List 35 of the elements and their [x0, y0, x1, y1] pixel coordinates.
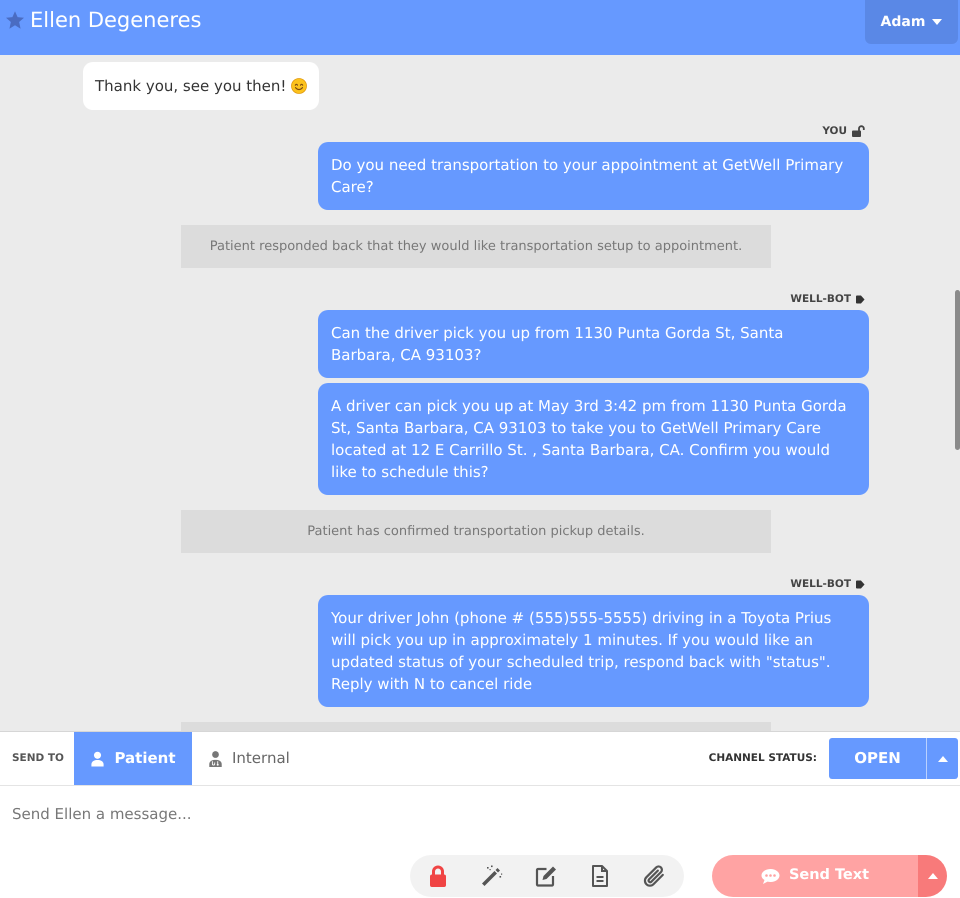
caret-up-icon	[938, 756, 948, 762]
message-bubble: Your driver John (phone # (555)555-5555) driving in a Toyota Prius will pick you up in approximately 1 minutes. If you would like an updated status of your scheduled trip, respond back with "status". Reply with N to cancel ride	[318, 595, 869, 707]
tag-icon	[856, 580, 865, 588]
send-menu-button[interactable]	[918, 855, 947, 897]
paperclip-icon[interactable]	[643, 865, 665, 887]
sender-name: WELL-BOT	[790, 292, 851, 306]
channel-status-label: CHANNEL STATUS:	[708, 750, 817, 766]
message-bubble: A driver can pick you up at May 3rd 3:42 pm from 1130 Punta Gorda St, Santa Barbara, CA 93103 to take you to GetWell Primary Care located at 12 E Carrillo St. , Santa Barbara, CA. Confirm you would like to schedule this?	[318, 383, 869, 495]
channel-status-button[interactable]: OPEN	[829, 738, 926, 779]
user-menu-button[interactable]: Adam	[865, 0, 958, 44]
system-note: Patient responded back that they would like transportation setup to appointment.	[181, 225, 771, 268]
sender-name: WELL-BOT	[790, 577, 851, 591]
caret-down-icon	[932, 19, 942, 25]
edit-icon[interactable]	[535, 865, 557, 887]
chat-bubble-icon	[760, 868, 780, 884]
tag-icon	[856, 294, 865, 304]
caret-up-icon	[928, 873, 938, 879]
message-bubble: Can the driver pick you up from 1130 Punta Gorda St, Santa Barbara, CA 93103?	[318, 310, 869, 378]
send-to-tab[interactable]: Patient	[74, 732, 192, 785]
star-icon[interactable]	[6, 11, 24, 29]
sender-name: YOU	[822, 124, 847, 138]
unlock-icon	[852, 125, 865, 137]
scrollbar-thumb[interactable]	[955, 290, 960, 450]
message-bubble: Do you need transportation to your appointment at GetWell Primary Care?	[318, 142, 869, 210]
person-icon	[90, 750, 106, 766]
system-note: Patient has confirmed transportation pickup details.	[181, 510, 771, 553]
message-text: Thank you, see you then!	[95, 76, 286, 97]
send-to-tab[interactable]: Internal	[192, 732, 306, 785]
person-icon	[208, 750, 223, 766]
magic-wand-icon[interactable]	[481, 865, 503, 887]
lock-icon[interactable]	[427, 865, 449, 887]
contact-name: Ellen Degeneres	[30, 7, 202, 33]
send-to-label: SEND TO	[11, 750, 65, 766]
document-icon[interactable]	[589, 865, 611, 887]
status-menu-button[interactable]	[926, 738, 958, 779]
